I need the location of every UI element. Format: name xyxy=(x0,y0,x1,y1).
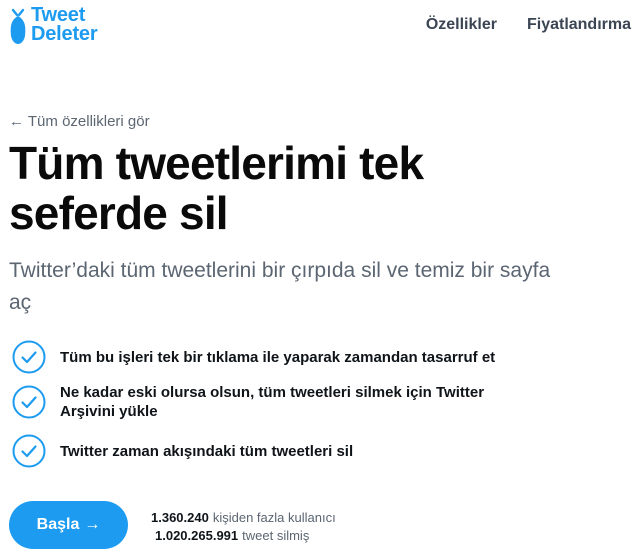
check-circle-icon xyxy=(12,434,46,468)
logo-link[interactable]: Tweet Deleter xyxy=(8,5,98,46)
feature-item: Ne kadar eski olursa olsun, tüm tweetler… xyxy=(12,376,572,428)
start-button-label: Başla xyxy=(36,516,80,533)
check-circle-icon xyxy=(12,340,46,374)
feature-item: Twitter zaman akışındaki tüm tweetleri s… xyxy=(12,432,572,470)
back-to-features-link[interactable]: ← Tüm özellikleri gör xyxy=(9,113,150,130)
page-subtitle: Twitter’daki tüm tweetlerini bir çırpıda… xyxy=(9,259,551,314)
usage-stats: 1.360.240 kişiden fazla kullanıcı 1.020.2… xyxy=(151,509,336,545)
start-button[interactable]: Başla → xyxy=(9,501,128,549)
logo-text: Tweet Deleter xyxy=(31,5,98,45)
feature-text: Ne kadar eski olursa olsun, tüm tweetler… xyxy=(60,384,485,420)
feature-text: Tüm bu işleri tek bir tıklama ile yapara… xyxy=(60,348,496,366)
feature-text: Twitter zaman akışındaki tüm tweetleri s… xyxy=(60,442,354,460)
users-label: kişiden fazla kullanıcı xyxy=(212,510,336,525)
check-circle-icon xyxy=(12,385,46,419)
nav-link-features[interactable]: Özellikler xyxy=(426,16,497,34)
tweets-stat: 1.020.265.991 tweet silmiş xyxy=(151,527,336,545)
tweets-count: 1.020.265.991 xyxy=(155,528,239,543)
page-title: Tüm tweetlerimi tek seferde sil xyxy=(9,137,424,239)
arrow-right-icon: → xyxy=(84,516,101,533)
top-nav: Özellikler Fiyatlandırma xyxy=(426,16,631,34)
users-stat: 1.360.240 kişiden fazla kullanıcı xyxy=(151,509,336,527)
nav-link-pricing[interactable]: Fiyatlandırma xyxy=(527,16,631,34)
feature-list: Tüm bu işleri tek bir tıklama ile yapara… xyxy=(12,338,572,470)
tweets-label: tweet silmiş xyxy=(242,528,310,543)
feature-item: Tüm bu işleri tek bir tıklama ile yapara… xyxy=(12,338,572,376)
logo-line-2: Deleter xyxy=(31,23,98,45)
users-count: 1.360.240 xyxy=(151,510,209,525)
bomb-icon xyxy=(10,8,26,44)
